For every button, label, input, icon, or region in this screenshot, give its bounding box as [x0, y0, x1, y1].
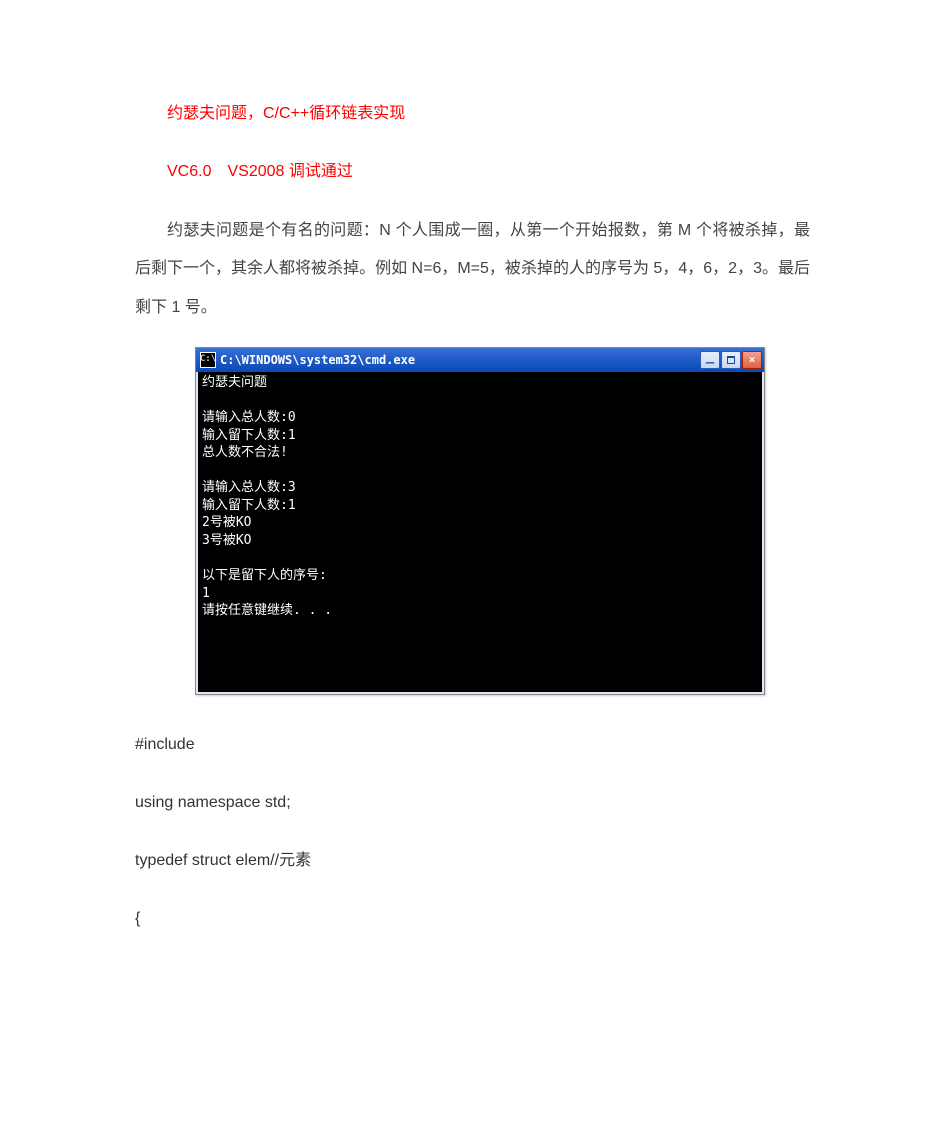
terminal-window: C:\ C:\WINDOWS\system32\cmd.exe _ × 约瑟夫问…: [195, 347, 765, 695]
window-title: C:\WINDOWS\system32\cmd.exe: [220, 348, 700, 372]
description-paragraph: 约瑟夫问题是个有名的问题：N 个人围成一圈，从第一个开始报数，第 M 个将被杀掉…: [135, 212, 810, 327]
maximize-button[interactable]: [721, 351, 741, 369]
close-button[interactable]: ×: [742, 351, 762, 369]
cmd-icon: C:\: [200, 352, 216, 368]
close-icon: ×: [749, 347, 756, 373]
terminal-client-area: 约瑟夫问题 请输入总人数:0 输入留下人数:1 总人数不合法! 请输入总人数:3…: [196, 372, 764, 694]
minimize-button[interactable]: _: [700, 351, 720, 369]
code-line-using: using namespace std;: [135, 783, 810, 823]
minimize-icon: _: [706, 340, 714, 374]
terminal-output: 约瑟夫问题 请输入总人数:0 输入留下人数:1 总人数不合法! 请输入总人数:3…: [198, 372, 762, 692]
window-buttons: _ ×: [700, 351, 762, 369]
heading-1: 约瑟夫问题，C/C++循环链表实现: [135, 95, 810, 133]
maximize-icon: [727, 356, 735, 364]
window-titlebar: C:\ C:\WINDOWS\system32\cmd.exe _ ×: [196, 348, 764, 372]
heading-2: VC6.0 VS2008 调试通过: [135, 153, 810, 191]
code-line-include: #include: [135, 725, 810, 765]
code-line-typedef: typedef struct elem//元素: [135, 841, 810, 881]
code-line-brace: {: [135, 899, 810, 939]
